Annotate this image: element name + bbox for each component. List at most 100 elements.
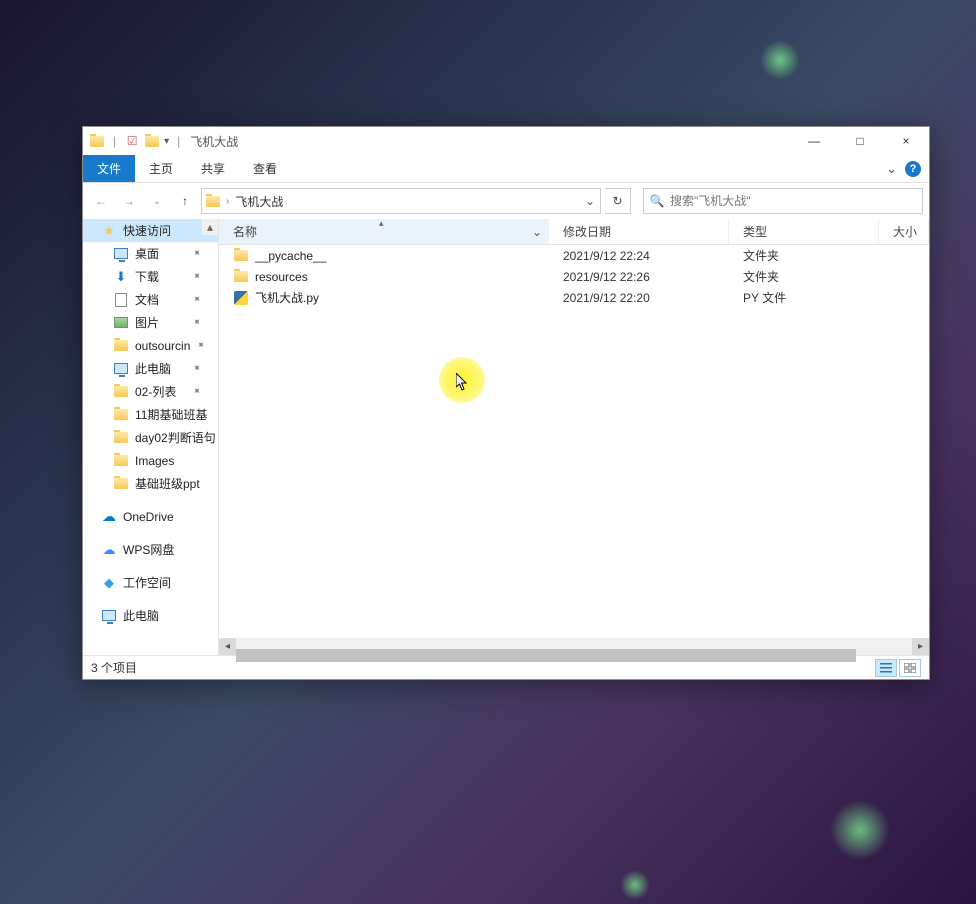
column-name[interactable]: 名称 ▴ ⌄ — [219, 219, 549, 244]
sidebar-item-downloads[interactable]: ⬇ 下载 ✦ — [83, 265, 218, 288]
qat-dropdown-icon[interactable]: ▾ — [164, 136, 169, 147]
column-label: 修改日期 — [563, 223, 611, 240]
file-name: resources — [255, 270, 308, 284]
picture-icon — [113, 315, 129, 331]
search-input[interactable] — [670, 194, 922, 208]
file-name: 飞机大战.py — [255, 289, 319, 306]
sidebar-item-documents[interactable]: 文档 ✦ — [83, 288, 218, 311]
folder-icon — [233, 269, 249, 285]
cursor-icon — [456, 373, 470, 394]
monitor-icon — [101, 608, 117, 624]
window-controls: — □ × — [791, 127, 929, 155]
address-dropdown-icon[interactable]: ⌄ — [580, 194, 600, 208]
view-mode-buttons — [875, 659, 921, 677]
help-icon[interactable]: ? — [905, 161, 921, 177]
scroll-up-icon[interactable]: ▴ — [202, 219, 218, 235]
breadcrumb-current[interactable]: 飞机大战 — [231, 193, 287, 210]
pin-icon: ✦ — [189, 362, 203, 376]
close-button[interactable]: × — [883, 127, 929, 155]
large-icons-view-button[interactable] — [899, 659, 921, 677]
minimize-button[interactable]: — — [791, 127, 837, 155]
horizontal-scrollbar[interactable]: ◂ ▸ — [219, 638, 929, 655]
document-icon — [113, 292, 129, 308]
back-button[interactable]: ← — [89, 189, 113, 213]
chevron-right-icon[interactable]: › — [224, 196, 231, 207]
details-view-button[interactable] — [875, 659, 897, 677]
tab-share[interactable]: 共享 — [187, 155, 239, 182]
column-headers[interactable]: 名称 ▴ ⌄ 修改日期 类型 大小 — [219, 219, 929, 245]
window-title: 飞机大战 — [190, 133, 238, 150]
forward-button[interactable]: → — [117, 189, 141, 213]
sidebar-label: 工作空间 — [123, 574, 171, 591]
scroll-left-button[interactable]: ◂ — [219, 638, 236, 655]
maximize-button[interactable]: □ — [837, 127, 883, 155]
tab-view[interactable]: 查看 — [239, 155, 291, 182]
sidebar-label: 此电脑 — [135, 360, 171, 377]
sidebar-quick-access[interactable]: ★ 快速访问 — [83, 219, 218, 242]
scroll-right-button[interactable]: ▸ — [912, 638, 929, 655]
file-row[interactable]: 飞机大战.py 2021/9/12 22:20 PY 文件 — [219, 287, 929, 308]
file-row[interactable]: __pycache__ 2021/9/12 22:24 文件夹 — [219, 245, 929, 266]
workspace-icon: ◆ — [101, 575, 117, 591]
file-row[interactable]: resources 2021/9/12 22:26 文件夹 — [219, 266, 929, 287]
ribbon-tabs: 文件 主页 共享 查看 ⌄ ? — [83, 155, 929, 183]
python-file-icon — [233, 290, 249, 306]
sidebar-item-thispc[interactable]: 此电脑 ✦ — [83, 357, 218, 380]
navigation-pane[interactable]: ▴ ★ 快速访问 桌面 ✦ ⬇ 下载 ✦ 文档 ✦ 图片 — [83, 219, 219, 655]
sidebar-workspace[interactable]: ◆ 工作空间 — [83, 571, 218, 594]
sidebar-item-day02[interactable]: day02判断语句 — [83, 426, 218, 449]
sidebar-wps[interactable]: ☁ WPS网盘 — [83, 538, 218, 561]
monitor-icon — [113, 361, 129, 377]
column-label: 大小 — [893, 223, 917, 240]
recent-locations-button[interactable]: ⌄ — [145, 189, 169, 213]
column-type[interactable]: 类型 — [729, 219, 879, 244]
up-button[interactable]: ↑ — [173, 189, 197, 213]
sidebar-this-pc[interactable]: 此电脑 — [83, 604, 218, 627]
sidebar-item-pictures[interactable]: 图片 ✦ — [83, 311, 218, 334]
folder-icon — [202, 196, 224, 207]
file-date: 2021/9/12 22:20 — [549, 291, 729, 305]
wps-icon: ☁ — [101, 542, 117, 558]
column-dropdown-icon[interactable]: ⌄ — [532, 225, 542, 239]
cursor-highlight — [439, 357, 485, 403]
titlebar[interactable]: | ☑ ▾ | 飞机大战 — □ × — [83, 127, 929, 155]
tab-home[interactable]: 主页 — [135, 155, 187, 182]
separator: | — [177, 134, 180, 148]
sidebar-label: 文档 — [135, 291, 159, 308]
search-icon: 🔍 — [644, 194, 670, 208]
details-view-icon — [880, 663, 892, 673]
file-type: PY 文件 — [729, 289, 879, 306]
properties-icon[interactable]: ☑ — [124, 133, 140, 149]
explorer-body: ▴ ★ 快速访问 桌面 ✦ ⬇ 下载 ✦ 文档 ✦ 图片 — [83, 219, 929, 655]
sidebar-label: 图片 — [135, 314, 159, 331]
sidebar-label: 下载 — [135, 268, 159, 285]
sidebar-label: OneDrive — [123, 510, 174, 524]
tab-file[interactable]: 文件 — [83, 155, 135, 182]
ribbon-collapse-icon[interactable]: ⌄ — [886, 161, 897, 177]
sidebar-item-ppt[interactable]: 基础班级ppt — [83, 472, 218, 495]
sidebar-item-desktop[interactable]: 桌面 ✦ — [83, 242, 218, 265]
sidebar-item-images[interactable]: Images — [83, 449, 218, 472]
pin-icon: ✦ — [189, 270, 203, 284]
column-date[interactable]: 修改日期 — [549, 219, 729, 244]
refresh-button[interactable]: ↻ — [605, 188, 631, 214]
sidebar-label: 02-列表 — [135, 383, 176, 400]
sidebar-label: 基础班级ppt — [135, 475, 200, 492]
file-date: 2021/9/12 22:24 — [549, 249, 729, 263]
sidebar-onedrive[interactable]: ☁ OneDrive — [83, 505, 218, 528]
ribbon-right-controls: ⌄ ? — [886, 155, 929, 182]
file-rows[interactable]: __pycache__ 2021/9/12 22:24 文件夹 resource… — [219, 245, 929, 638]
sidebar-item-02list[interactable]: 02-列表 ✦ — [83, 380, 218, 403]
folder-icon — [113, 453, 129, 469]
folder-icon — [113, 338, 129, 354]
scroll-thumb[interactable] — [236, 649, 856, 662]
sidebar-item-11th[interactable]: 11期基础班基 — [83, 403, 218, 426]
new-folder-icon[interactable] — [144, 133, 160, 149]
download-icon: ⬇ — [113, 269, 129, 285]
sidebar-item-outsourcing[interactable]: outsourcin ✦ — [83, 334, 218, 357]
search-box[interactable]: 🔍 — [643, 188, 923, 214]
address-bar[interactable]: › 飞机大战 ⌄ — [201, 188, 601, 214]
onedrive-icon: ☁ — [101, 509, 117, 525]
column-size[interactable]: 大小 — [879, 219, 929, 244]
sidebar-label: 桌面 — [135, 245, 159, 262]
